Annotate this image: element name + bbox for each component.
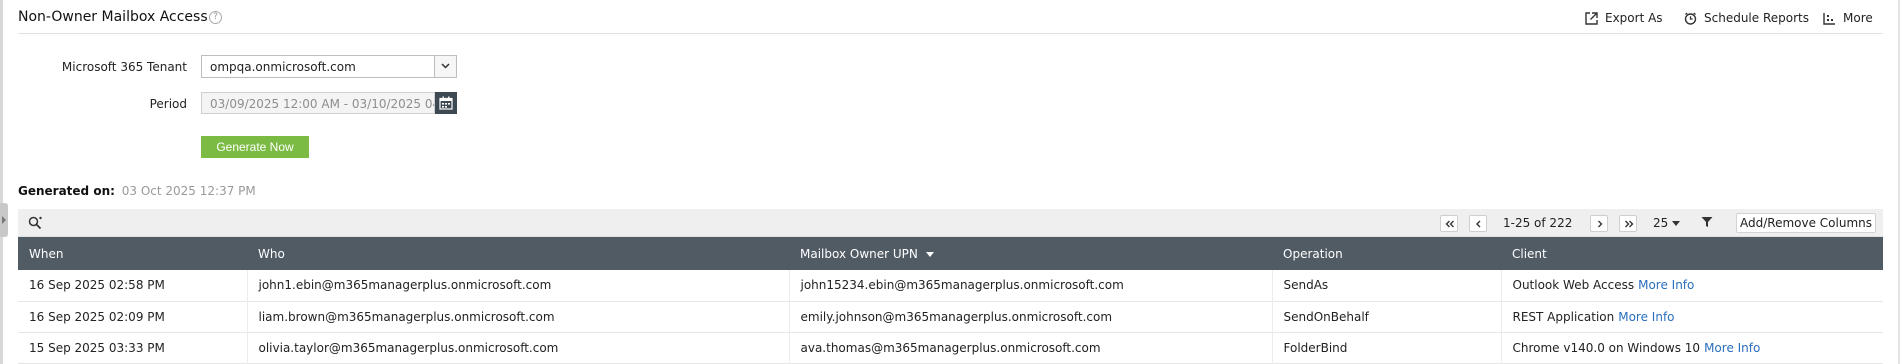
column-header-client[interactable]: Client xyxy=(1501,237,1883,270)
more-info-link[interactable]: More Info xyxy=(1618,310,1674,324)
column-header-label: When xyxy=(29,246,64,261)
add-remove-columns-button[interactable]: Add/Remove Columns xyxy=(1736,213,1876,233)
more-label: More xyxy=(1843,11,1873,25)
export-icon xyxy=(1585,11,1598,25)
page-title: Non-Owner Mailbox Access xyxy=(18,9,208,25)
cell-operation: SendOnBehalf xyxy=(1272,301,1502,332)
cell-who: liam.brown@m365managerplus.onmicrosoft.c… xyxy=(247,301,790,332)
next-page-button[interactable] xyxy=(1590,215,1608,232)
first-page-button[interactable] xyxy=(1440,215,1458,232)
cell-client: Outlook Web Access More Info xyxy=(1501,270,1883,301)
column-header-label: Operation xyxy=(1283,246,1343,261)
left-border xyxy=(0,0,3,364)
filter-icon[interactable] xyxy=(1701,216,1713,228)
report-header: Non-Owner Mailbox Access ? Export As Sch… xyxy=(18,0,1883,34)
cell-operation: SendAs xyxy=(1272,270,1502,301)
cell-client: Chrome v140.0 on Windows 10 More Info xyxy=(1501,332,1883,363)
more-button[interactable]: More xyxy=(1823,11,1873,25)
previous-page-button[interactable] xyxy=(1469,215,1487,232)
schedule-reports-button[interactable]: Schedule Reports xyxy=(1684,11,1809,25)
cell-who: olivia.taylor@m365managerplus.onmicrosof… xyxy=(247,332,790,363)
tenant-label: Microsoft 365 Tenant xyxy=(61,60,187,74)
double-chevron-right-icon xyxy=(1625,220,1634,228)
table-row: 15 Sep 2025 03:33 PM olivia.taylor@m365m… xyxy=(18,332,1883,363)
calendar-button[interactable] xyxy=(435,92,457,114)
rows-per-page-select[interactable]: 25 xyxy=(1653,216,1681,230)
chevron-left-icon xyxy=(1476,220,1481,228)
more-icon xyxy=(1823,12,1835,25)
cell-owner-upn: ava.thomas@m365managerplus.onmicrosoft.c… xyxy=(789,332,1273,363)
more-info-link[interactable]: More Info xyxy=(1638,278,1694,292)
caret-down-icon xyxy=(1672,220,1681,226)
sort-desc-icon xyxy=(925,251,934,257)
cell-owner-upn: john15234.ebin@m365managerplus.onmicroso… xyxy=(789,270,1273,301)
cell-when: 16 Sep 2025 02:58 PM xyxy=(18,270,248,301)
chevron-right-icon xyxy=(1598,220,1603,228)
column-header-label: Client xyxy=(1512,246,1547,261)
column-header-mailbox-owner-upn[interactable]: Mailbox Owner UPN xyxy=(789,237,1272,270)
generated-on: Generated on: 03 Oct 2025 12:37 PM xyxy=(18,184,256,198)
cell-who: john1.ebin@m365managerplus.onmicrosoft.c… xyxy=(247,270,790,301)
table-toolbar: 1-25 of 222 25 Add/Remove Columns xyxy=(18,209,1883,237)
table-header-row: When Who Mailbox Owner UPN Operation Cli… xyxy=(18,237,1883,270)
client-text: Chrome v140.0 on Windows 10 xyxy=(1512,340,1701,355)
generate-now-button[interactable]: Generate Now xyxy=(201,136,309,158)
table-row: 16 Sep 2025 02:58 PM john1.ebin@m365mana… xyxy=(18,270,1883,301)
column-header-operation[interactable]: Operation xyxy=(1272,237,1501,270)
schedule-reports-label: Schedule Reports xyxy=(1704,11,1809,25)
cell-operation: FolderBind xyxy=(1272,332,1502,363)
table-row: 16 Sep 2025 02:09 PM liam.brown@m365mana… xyxy=(18,301,1883,332)
export-as-button[interactable]: Export As xyxy=(1585,11,1663,25)
calendar-icon xyxy=(439,96,453,110)
chevron-down-icon xyxy=(441,63,450,69)
sidebar-toggle-handle[interactable] xyxy=(0,203,8,237)
search-icon[interactable] xyxy=(28,216,43,230)
export-as-label: Export As xyxy=(1605,11,1663,25)
last-page-button[interactable] xyxy=(1619,215,1637,232)
cell-client: REST Application More Info xyxy=(1501,301,1883,332)
cell-when: 15 Sep 2025 03:33 PM xyxy=(18,332,248,363)
report-table: When Who Mailbox Owner UPN Operation Cli… xyxy=(18,237,1883,364)
tenant-select[interactable]: ompqa.onmicrosoft.com xyxy=(201,55,457,78)
generated-on-value: 03 Oct 2025 12:37 PM xyxy=(121,184,256,198)
period-input[interactable]: 03/09/2025 12:00 AM - 03/10/2025 04 xyxy=(201,92,435,114)
clock-icon xyxy=(1684,12,1697,25)
tenant-dropdown-button[interactable] xyxy=(434,56,456,77)
help-icon[interactable]: ? xyxy=(209,11,222,24)
cell-when: 16 Sep 2025 02:09 PM xyxy=(18,301,248,332)
column-header-label: Mailbox Owner UPN xyxy=(800,246,918,261)
column-header-who[interactable]: Who xyxy=(247,237,789,270)
column-header-when[interactable]: When xyxy=(18,237,247,270)
more-info-link[interactable]: More Info xyxy=(1704,341,1760,355)
client-text: REST Application xyxy=(1512,309,1615,324)
period-label: Period xyxy=(149,97,187,111)
period-input-value: 03/09/2025 12:00 AM - 03/10/2025 04 xyxy=(210,97,435,111)
cell-owner-upn: emily.johnson@m365managerplus.onmicrosof… xyxy=(789,301,1273,332)
double-chevron-left-icon xyxy=(1445,220,1454,228)
pagination-range: 1-25 of 222 xyxy=(1503,216,1573,230)
tenant-select-value: ompqa.onmicrosoft.com xyxy=(210,60,356,74)
generated-on-label: Generated on: xyxy=(18,184,115,198)
client-text: Outlook Web Access xyxy=(1512,278,1635,293)
rows-per-page-value: 25 xyxy=(1653,216,1669,230)
column-header-label: Who xyxy=(258,246,285,261)
